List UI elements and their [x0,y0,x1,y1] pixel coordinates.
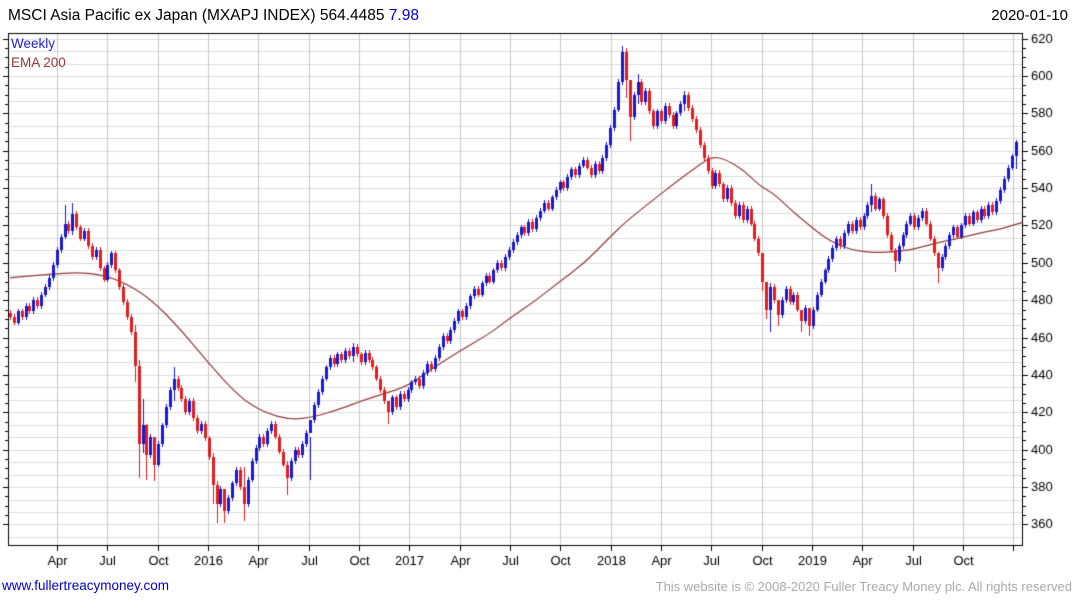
instrument-name: MSCI Asia Pacific ex Japan (MXAPJ INDEX) [8,7,316,24]
price-chart-canvas [0,0,1075,600]
legend-timeframe: Weekly [11,36,56,51]
legend-ema-200: EMA 200 [11,55,66,70]
chart-page: MSCI Asia Pacific ex Japan (MXAPJ INDEX)… [0,0,1075,600]
copyright-text: This website is © 2008-2020 Fuller Treac… [655,579,1072,594]
price-change: 7.98 [388,7,419,24]
last-price: 564.4485 [319,7,385,24]
website-link[interactable]: www.fullertreacymoney.com [2,578,169,593]
chart-title: MSCI Asia Pacific ex Japan (MXAPJ INDEX)… [8,7,419,25]
chart-date: 2020-01-10 [991,7,1068,24]
